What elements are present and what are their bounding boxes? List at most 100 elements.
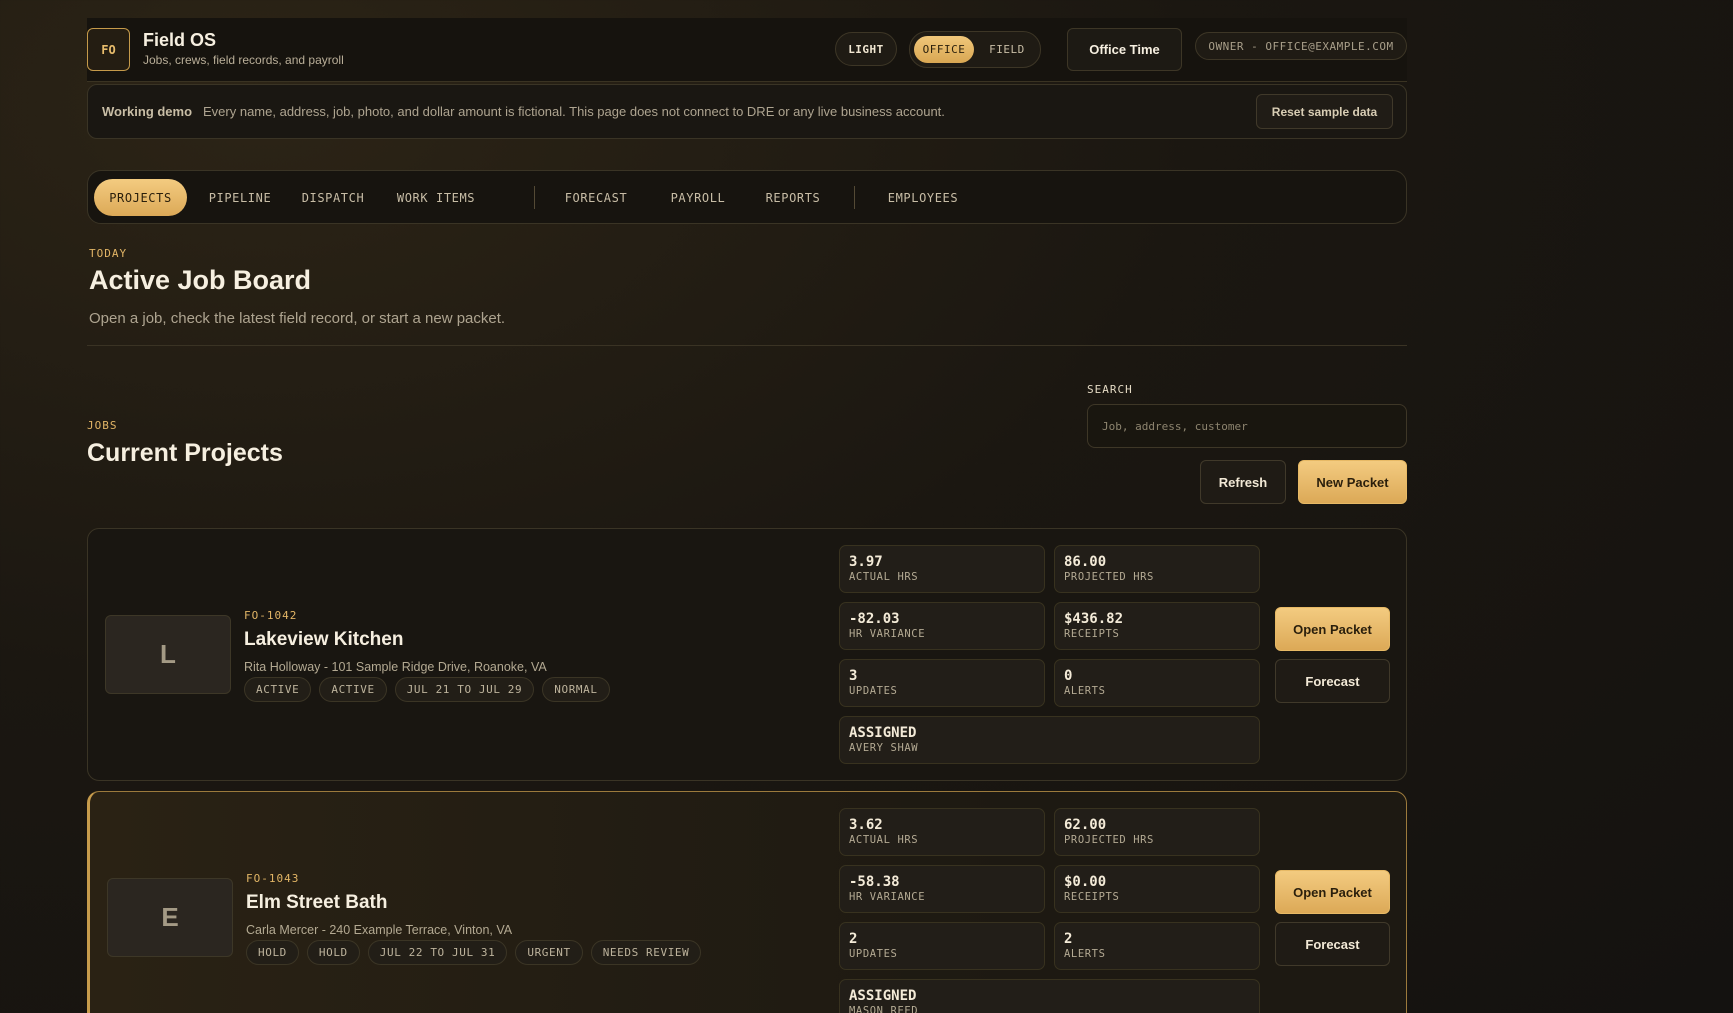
project-avatar: L	[105, 615, 231, 694]
stat-value: -82.03	[849, 611, 900, 627]
nav-divider	[854, 186, 855, 209]
stat-value: 3.97	[849, 554, 883, 570]
stat-receipts: $0.00 RECEIPTS	[1054, 865, 1260, 913]
open-packet-button[interactable]: Open Packet	[1275, 607, 1390, 651]
mode-toggle: OFFICE FIELD	[909, 31, 1041, 68]
project-address: Carla Mercer - 240 Example Terrace, Vint…	[246, 923, 513, 937]
page-title: Active Job Board	[89, 265, 312, 295]
priority-tag: NORMAL	[542, 677, 610, 702]
mode-office-option[interactable]: OFFICE	[914, 36, 974, 63]
page-eyebrow: TODAY	[89, 247, 128, 260]
app-title: Field OS	[143, 30, 217, 50]
stat-assigned: ASSIGNED MASON REED	[839, 979, 1260, 1013]
project-address: Rita Holloway - 101 Sample Ridge Drive, …	[244, 660, 547, 674]
nav-divider	[534, 186, 535, 209]
tab-employees[interactable]: EMPLOYEES	[874, 179, 972, 216]
stat-label: HR VARIANCE	[849, 628, 926, 640]
stat-value: 86.00	[1064, 554, 1107, 570]
stat-value: $0.00	[1064, 874, 1107, 890]
refresh-button[interactable]: Refresh	[1200, 460, 1286, 504]
status-tag: HOLD	[306, 940, 360, 965]
demo-banner: Working demo Every name, address, job, p…	[87, 84, 1407, 139]
stat-alerts: 0 ALERTS	[1054, 659, 1260, 707]
stat-label: PROJECTED HRS	[1064, 571, 1154, 583]
account-badge[interactable]: OWNER - OFFICE@EXAMPLE.COM	[1195, 32, 1407, 60]
stat-alerts: 2 ALERTS	[1054, 922, 1260, 970]
review-tag: NEEDS REVIEW	[590, 940, 702, 965]
project-tags: HOLD HOLD JUL 22 TO JUL 31 URGENT NEEDS …	[246, 940, 702, 965]
stat-value: 3.62	[849, 817, 883, 833]
stat-label: ACTUAL HRS	[849, 571, 919, 583]
stat-value: AVERY SHAW	[849, 742, 919, 754]
jobs-eyebrow: JOBS	[87, 419, 118, 432]
new-packet-button[interactable]: New Packet	[1298, 460, 1407, 504]
stat-value: 2	[849, 931, 858, 947]
stat-updates: 2 UPDATES	[839, 922, 1045, 970]
stat-value: 2	[1064, 931, 1073, 947]
banner-text: Every name, address, job, photo, and dol…	[203, 104, 945, 119]
search-input[interactable]	[1087, 404, 1407, 448]
app-logo: FO	[87, 28, 130, 71]
stat-label: ALERTS	[1064, 685, 1106, 697]
date-range-tag: JUL 21 TO JUL 29	[394, 677, 535, 702]
project-name[interactable]: Lakeview Kitchen	[244, 629, 403, 651]
stat-receipts: $436.82 RECEIPTS	[1054, 602, 1260, 650]
project-tags: ACTIVE ACTIVE JUL 21 TO JUL 29 NORMAL	[244, 677, 610, 702]
office-time-button[interactable]: Office Time	[1067, 28, 1182, 71]
app-header: FO Field OS Jobs, crews, field records, …	[87, 18, 1407, 82]
stat-value: 3	[849, 668, 858, 684]
status-tag: HOLD	[246, 940, 299, 965]
jobs-title: Current Projects	[87, 439, 283, 467]
status-tag: ACTIVE	[244, 677, 312, 702]
banner-label: Working demo	[102, 104, 193, 119]
forecast-button[interactable]: Forecast	[1275, 922, 1390, 966]
mode-field-option[interactable]: FIELD	[978, 36, 1036, 63]
stat-label: RECEIPTS	[1064, 628, 1120, 640]
stat-label: UPDATES	[849, 685, 898, 697]
main-nav: PROJECTS PIPELINE DISPATCH WORK ITEMS FO…	[87, 170, 1407, 224]
project-avatar: E	[107, 878, 233, 957]
stat-actual-hrs: 3.97 ACTUAL HRS	[839, 545, 1045, 593]
stat-label: ASSIGNED	[849, 725, 917, 741]
project-card: L FO-1042 Lakeview Kitchen Rita Holloway…	[87, 528, 1407, 781]
tab-forecast[interactable]: FORECAST	[554, 179, 638, 216]
stat-hr-variance: -58.38 HR VARIANCE	[839, 865, 1045, 913]
search-label: SEARCH	[1087, 383, 1133, 396]
app-subtitle: Jobs, crews, field records, and payroll	[143, 53, 344, 67]
project-card: E FO-1043 Elm Street Bath Carla Mercer -…	[87, 791, 1407, 1013]
section-divider	[87, 345, 1407, 346]
stat-value: 62.00	[1064, 817, 1107, 833]
theme-toggle-button[interactable]: LIGHT	[835, 32, 897, 66]
project-name[interactable]: Elm Street Bath	[246, 892, 387, 914]
tab-pipeline[interactable]: PIPELINE	[199, 179, 281, 216]
stat-label: UPDATES	[849, 948, 898, 960]
stat-label: RECEIPTS	[1064, 891, 1120, 903]
stat-label: ACTUAL HRS	[849, 834, 919, 846]
tab-projects[interactable]: PROJECTS	[94, 179, 187, 216]
stat-label: HR VARIANCE	[849, 891, 926, 903]
stat-updates: 3 UPDATES	[839, 659, 1045, 707]
stat-actual-hrs: 3.62 ACTUAL HRS	[839, 808, 1045, 856]
page-lead: Open a job, check the latest field recor…	[89, 310, 506, 327]
tab-dispatch[interactable]: DISPATCH	[291, 179, 375, 216]
project-id: FO-1042	[244, 609, 298, 622]
open-packet-button[interactable]: Open Packet	[1275, 870, 1390, 914]
stat-label: ALERTS	[1064, 948, 1106, 960]
stat-assigned: ASSIGNED AVERY SHAW	[839, 716, 1260, 764]
project-id: FO-1043	[246, 872, 300, 885]
forecast-button[interactable]: Forecast	[1275, 659, 1390, 703]
status-tag: ACTIVE	[319, 677, 387, 702]
reset-sample-data-button[interactable]: Reset sample data	[1256, 94, 1393, 129]
stat-projected-hrs: 62.00 PROJECTED HRS	[1054, 808, 1260, 856]
stat-hr-variance: -82.03 HR VARIANCE	[839, 602, 1045, 650]
date-range-tag: JUL 22 TO JUL 31	[367, 940, 508, 965]
tab-payroll[interactable]: PAYROLL	[659, 179, 737, 216]
stat-label: PROJECTED HRS	[1064, 834, 1154, 846]
tab-work-items[interactable]: WORK ITEMS	[386, 179, 486, 216]
stat-value: 0	[1064, 668, 1073, 684]
stat-value: -58.38	[849, 874, 900, 890]
tab-reports[interactable]: REPORTS	[755, 179, 831, 216]
priority-tag: URGENT	[515, 940, 583, 965]
stat-label: ASSIGNED	[849, 988, 917, 1004]
stat-value: $436.82	[1064, 611, 1124, 627]
